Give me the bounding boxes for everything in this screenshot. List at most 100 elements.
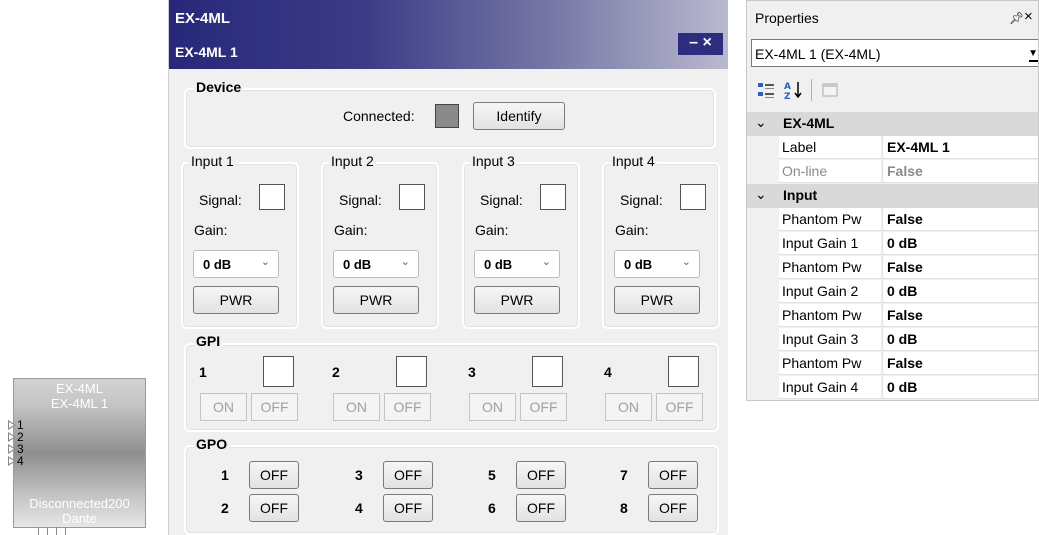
property-value[interactable]: 0 dB — [882, 232, 1038, 255]
device-control-window: EX-4ML EX-4ML 1 – × Device Connected: Id… — [168, 0, 728, 535]
gpi-3-on-button[interactable]: ON — [469, 393, 516, 421]
property-row[interactable]: On-line False — [747, 160, 1038, 184]
input-3-signal-indicator — [540, 184, 566, 210]
property-row[interactable]: Input Gain 4 0 dB — [747, 376, 1038, 400]
chevron-down-icon: ⌄ — [260, 256, 270, 268]
gpi-1-off-button[interactable]: OFF — [251, 393, 298, 421]
property-value[interactable]: False — [882, 208, 1038, 231]
property-value[interactable]: False — [882, 304, 1038, 327]
property-value[interactable]: 0 dB — [882, 376, 1038, 399]
property-pages-icon[interactable] — [821, 81, 839, 99]
property-row[interactable]: Phantom Pw False — [747, 256, 1038, 280]
gpo-6-toggle-button[interactable]: OFF — [516, 494, 566, 522]
property-value[interactable]: False — [882, 256, 1038, 279]
property-category-row[interactable]: ⌄ EX-4ML — [747, 112, 1038, 136]
block-title: EX-4ML — [56, 381, 103, 396]
gpi-4-off-button[interactable]: OFF — [656, 393, 703, 421]
gpi-3-number: 3 — [468, 364, 476, 380]
selected-object: EX-4ML 1 (EX-4ML) — [755, 46, 881, 62]
properties-panel: Properties 📌︎ × EX-4ML 1 (EX-4ML) ▼ AZ ⌄… — [746, 0, 1039, 401]
gain-value: 0 dB — [203, 257, 232, 272]
input-4-pwr-button[interactable]: PWR — [614, 286, 700, 314]
property-name: Phantom Pw — [779, 304, 881, 327]
property-row[interactable]: Phantom Pw False — [747, 352, 1038, 376]
property-row[interactable]: Input Gain 3 0 dB — [747, 328, 1038, 352]
gpo-1-number: 1 — [221, 467, 229, 483]
identify-button[interactable]: Identify — [473, 102, 565, 130]
gpo-4-number: 4 — [355, 500, 363, 516]
property-name: On-line — [779, 160, 881, 183]
input-1-pwr-button[interactable]: PWR — [193, 286, 279, 314]
property-name: Input Gain 3 — [779, 328, 881, 351]
property-value[interactable]: 0 dB — [882, 328, 1038, 351]
property-row[interactable]: Input Gain 1 0 dB — [747, 232, 1038, 256]
property-row[interactable]: Input Gain 2 0 dB — [747, 280, 1038, 304]
gpi-1-on-button[interactable]: ON — [200, 393, 247, 421]
chevron-down-icon[interactable]: ⌄ — [755, 186, 767, 203]
property-name: Input Gain 2 — [779, 280, 881, 303]
block-body[interactable]: EX-4ML EX-4ML 1 Disconnected200 Dante — [13, 378, 146, 528]
block-status: Disconnected200 — [29, 496, 130, 511]
input-pin-4[interactable]: 4 — [8, 454, 24, 468]
gpo-3-number: 3 — [355, 467, 363, 483]
gpo-4-toggle-button[interactable]: OFF — [383, 494, 433, 522]
gpo-5-toggle-button[interactable]: OFF — [516, 461, 566, 489]
svg-text:A: A — [784, 82, 791, 92]
property-category-row[interactable]: ⌄ Input — [747, 184, 1038, 208]
gpi-group-label: GPI — [194, 333, 223, 349]
gpo-8-number: 8 — [620, 500, 628, 516]
property-row[interactable]: Phantom Pw False — [747, 208, 1038, 232]
alphabetical-sort-icon[interactable]: AZ — [783, 80, 805, 102]
property-name: Label — [779, 136, 881, 159]
chevron-down-icon: ⌄ — [541, 256, 551, 268]
chevron-down-icon: ⌄ — [681, 256, 691, 268]
gain-label: Gain: — [194, 222, 228, 238]
ex4ml-canvas-block[interactable]: EX-4ML EX-4ML 1 Disconnected200 Dante 1 … — [8, 378, 148, 535]
property-row[interactable]: Label EX-4ML 1 — [747, 136, 1038, 160]
minimize-close-buttons[interactable]: – × — [678, 33, 723, 55]
chevron-down-icon[interactable]: ⌄ — [755, 114, 767, 131]
gpi-3-indicator — [532, 356, 563, 387]
connected-label: Connected: — [343, 108, 415, 124]
property-row[interactable]: Phantom Pw False — [747, 304, 1038, 328]
close-icon[interactable]: × — [1024, 8, 1033, 25]
property-value[interactable]: 0 dB — [882, 280, 1038, 303]
input-2-pwr-button[interactable]: PWR — [333, 286, 419, 314]
input-3-gain-select[interactable]: 0 dB ⌄ — [474, 250, 560, 278]
pin-triangle-icon — [8, 431, 16, 442]
gpo-3-toggle-button[interactable]: OFF — [383, 461, 433, 489]
input-4-gain-select[interactable]: 0 dB ⌄ — [614, 250, 700, 278]
device-group-label: Device — [194, 79, 244, 95]
category-name: Input — [783, 187, 818, 203]
gpo-2-toggle-button[interactable]: OFF — [249, 494, 299, 522]
chevron-down-icon[interactable]: ▼ — [1028, 48, 1038, 59]
gpo-8-toggle-button[interactable]: OFF — [648, 494, 698, 522]
block-bottom-pins — [38, 527, 66, 535]
block-type: Dante — [62, 511, 97, 526]
block-label: EX-4ML 1 — [50, 396, 109, 411]
gpo-1-toggle-button[interactable]: OFF — [249, 461, 299, 489]
input-1-gain-select[interactable]: 0 dB ⌄ — [193, 250, 279, 278]
gain-label: Gain: — [615, 222, 649, 238]
gpi-3-off-button[interactable]: OFF — [520, 393, 567, 421]
window-header[interactable]: EX-4ML EX-4ML 1 – × — [169, 0, 728, 69]
object-selector-dropdown[interactable]: EX-4ML 1 (EX-4ML) ▼ — [751, 39, 1038, 67]
properties-title: Properties — [755, 10, 819, 26]
gpi-4-on-button[interactable]: ON — [605, 393, 652, 421]
pin-icon[interactable]: 📌︎ — [1009, 11, 1024, 25]
gpi-2-on-button[interactable]: ON — [333, 393, 380, 421]
gpo-7-toggle-button[interactable]: OFF — [648, 461, 698, 489]
signal-label: Signal: — [199, 192, 242, 208]
connected-indicator — [435, 104, 459, 128]
input-4-group-label: Input 4 — [610, 153, 657, 169]
property-value[interactable]: False — [882, 160, 1038, 183]
gain-value: 0 dB — [343, 257, 372, 272]
input-1-signal-indicator — [259, 184, 285, 210]
categorized-icon[interactable] — [757, 81, 775, 99]
property-value[interactable]: False — [882, 352, 1038, 375]
gpi-2-off-button[interactable]: OFF — [384, 393, 431, 421]
input-2-gain-select[interactable]: 0 dB ⌄ — [333, 250, 419, 278]
property-value[interactable]: EX-4ML 1 — [882, 136, 1038, 159]
input-3-pwr-button[interactable]: PWR — [474, 286, 560, 314]
input-1-group-label: Input 1 — [189, 153, 236, 169]
